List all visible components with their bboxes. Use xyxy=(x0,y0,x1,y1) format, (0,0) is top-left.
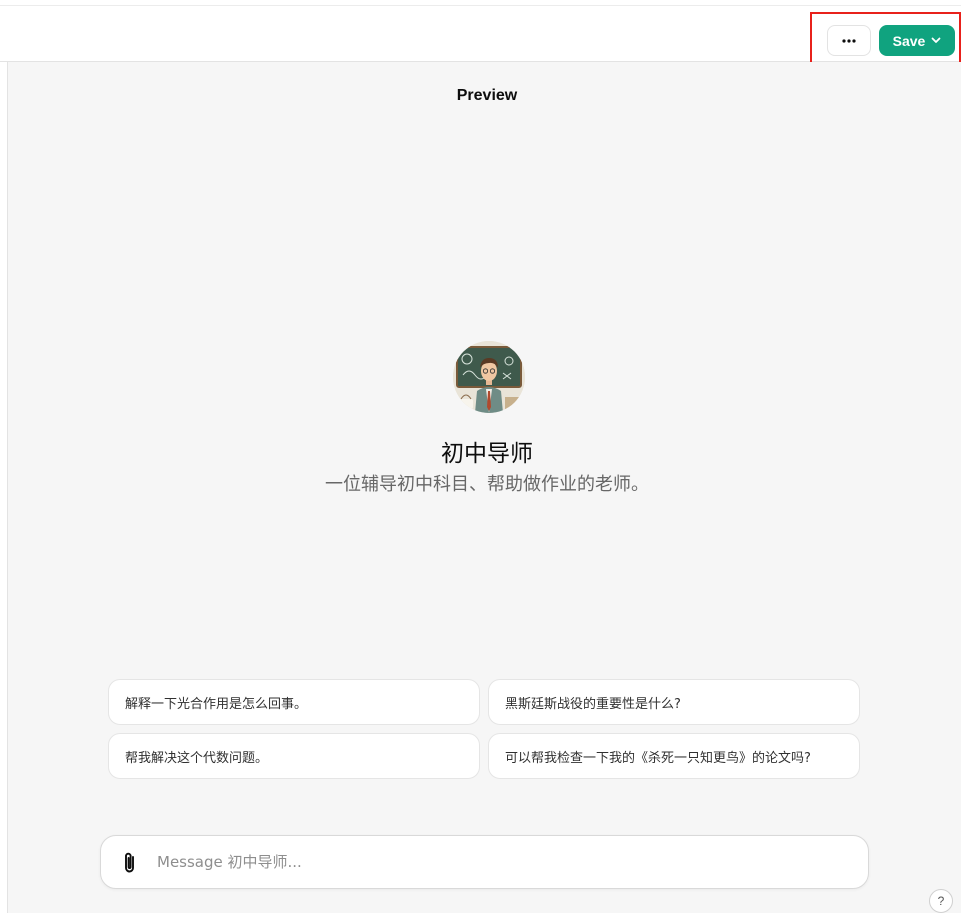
teacher-avatar-image xyxy=(453,341,525,413)
conversation-starter[interactable]: 黑斯廷斯战役的重要性是什么? xyxy=(488,679,860,725)
help-button[interactable]: ? xyxy=(929,889,953,913)
conversation-starter[interactable]: 帮我解决这个代数问题。 xyxy=(108,733,480,779)
save-button-label: Save xyxy=(892,32,926,49)
preview-title: Preview xyxy=(456,87,518,104)
message-input[interactable] xyxy=(155,846,845,878)
gpt-name: 初中导师 xyxy=(441,441,533,467)
preview-pane: Preview 初中导师 一位辅导初中科目、帮助做作业的老师。 解释一下光合作用… xyxy=(8,62,961,913)
ellipsis-icon xyxy=(842,38,856,43)
more-options-button[interactable] xyxy=(827,25,871,56)
paperclip-icon[interactable] xyxy=(119,850,141,876)
left-panel-edge xyxy=(0,62,8,913)
top-bar: Save xyxy=(0,6,961,62)
gpt-avatar xyxy=(453,341,525,413)
conversation-starter[interactable]: 可以帮我检查一下我的《杀死一只知更鸟》的论文吗? xyxy=(488,733,860,779)
message-composer xyxy=(100,835,869,889)
gpt-description: 一位辅导初中科目、帮助做作业的老师。 xyxy=(325,474,649,495)
save-button[interactable]: Save xyxy=(879,25,955,56)
conversation-starter[interactable]: 解释一下光合作用是怎么回事。 xyxy=(108,679,480,725)
chevron-down-icon xyxy=(931,37,941,43)
